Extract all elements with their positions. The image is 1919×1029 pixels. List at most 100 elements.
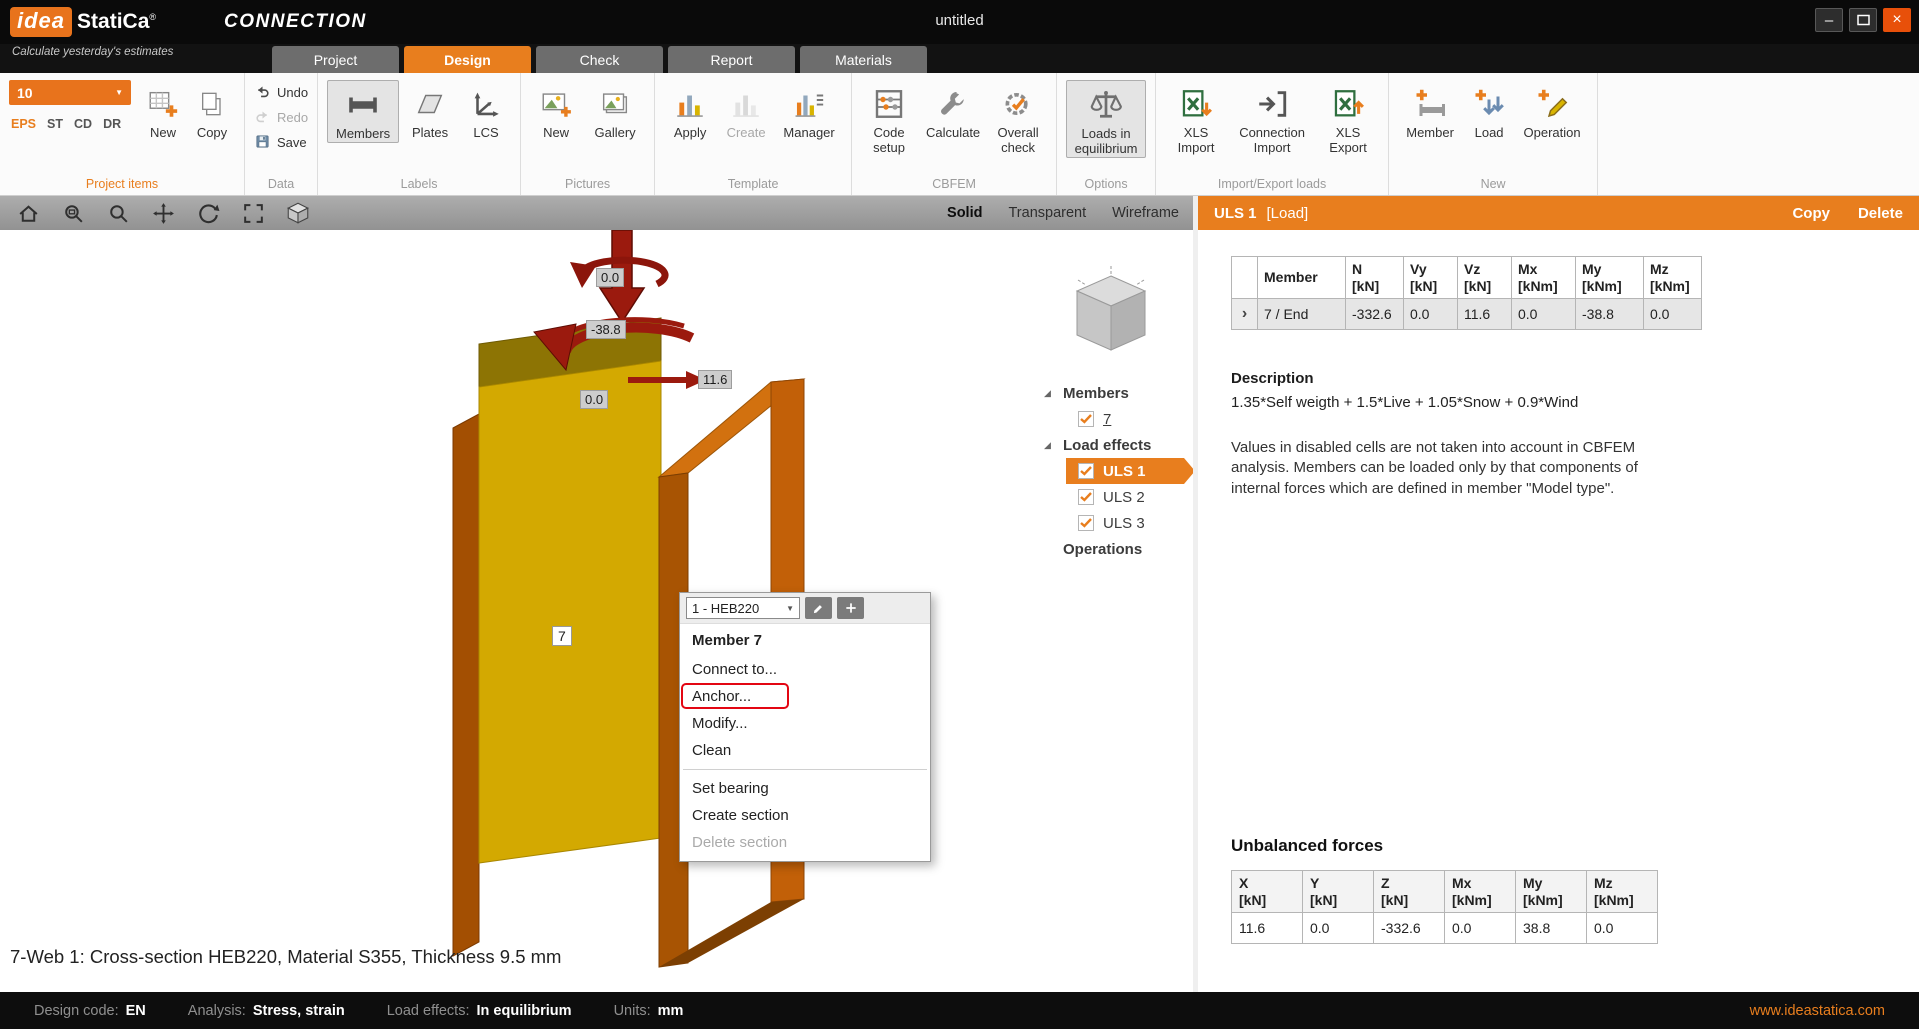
- home-view-button[interactable]: [14, 200, 42, 226]
- uls2-checkbox[interactable]: [1078, 489, 1094, 505]
- tab-design[interactable]: Design: [404, 46, 531, 73]
- maximize-button[interactable]: [1849, 8, 1877, 32]
- cell-vy[interactable]: 0.0: [1404, 299, 1458, 330]
- expander-icon[interactable]: ◢: [1044, 388, 1054, 399]
- viewport-canvas[interactable]: 0.0 -38.8 11.6 0.0 7 ◢ Members 7 ◢: [0, 230, 1193, 992]
- template-apply-button[interactable]: Apply: [664, 80, 716, 141]
- ribbon-group-data: Undo Redo Save Data: [245, 73, 318, 195]
- tab-report[interactable]: Report: [668, 46, 795, 73]
- cell-mz[interactable]: 0.0: [1644, 299, 1702, 330]
- connection-import-button[interactable]: Connection Import: [1230, 80, 1314, 156]
- solid-view-button[interactable]: [284, 200, 312, 226]
- delete-load-button[interactable]: Delete: [1858, 205, 1903, 222]
- cross-section-selector[interactable]: 1 - HEB220 ▼: [686, 597, 800, 619]
- new-project-item-button[interactable]: New: [140, 80, 186, 141]
- new-load-icon: [1471, 82, 1507, 126]
- code-setup-button[interactable]: Code setup: [861, 80, 917, 156]
- tab-strip: Calculate yesterday's estimates Project …: [0, 44, 1919, 73]
- pan-button[interactable]: [149, 200, 177, 226]
- edit-cross-section-button[interactable]: [805, 597, 832, 619]
- ribbon-group-new: Member Load Operation New: [1389, 73, 1598, 195]
- undo-icon: [254, 83, 271, 103]
- loads-in-equilibrium-button[interactable]: Loads in equilibrium: [1066, 80, 1146, 158]
- group-label-cbfem: CBFEM: [852, 177, 1056, 191]
- new-load-button[interactable]: Load: [1465, 80, 1513, 141]
- menu-item-connect-to[interactable]: Connect to...: [680, 656, 930, 683]
- rotate-view-button[interactable]: [194, 200, 222, 226]
- copy-project-item-button[interactable]: Copy: [189, 80, 235, 141]
- navigation-cube[interactable]: [1068, 264, 1154, 365]
- website-link[interactable]: www.ideastatica.com: [1750, 1003, 1885, 1019]
- menu-item-set-bearing[interactable]: Set bearing: [680, 775, 930, 802]
- picture-new-button[interactable]: New: [530, 80, 582, 141]
- labels-lcs-button[interactable]: LCS: [461, 80, 511, 141]
- tree-item-uls3[interactable]: ULS 3: [1044, 510, 1193, 536]
- menu-item-delete-section[interactable]: Delete section: [680, 829, 930, 856]
- mode-eps[interactable]: EPS: [11, 117, 36, 131]
- minimize-button[interactable]: –: [1815, 8, 1843, 32]
- cell-my[interactable]: -38.8: [1576, 299, 1644, 330]
- tree-section-load-effects[interactable]: ◢ Load effects: [1044, 432, 1193, 458]
- labels-members-button[interactable]: Members: [327, 80, 399, 143]
- save-button[interactable]: Save: [254, 132, 308, 153]
- undo-button[interactable]: Undo: [254, 82, 308, 103]
- new-operation-button[interactable]: Operation: [1516, 80, 1588, 141]
- xls-import-button[interactable]: XLS Import: [1165, 80, 1227, 156]
- row-expander[interactable]: ›: [1232, 299, 1258, 330]
- mode-st[interactable]: ST: [47, 117, 63, 131]
- tab-project[interactable]: Project: [272, 46, 399, 73]
- tree-item-uls2[interactable]: ULS 2: [1044, 484, 1193, 510]
- create-template-icon: [729, 82, 763, 126]
- group-label-options: Options: [1057, 177, 1155, 191]
- tree-item-member-7[interactable]: 7: [1044, 406, 1193, 432]
- redo-button[interactable]: Redo: [254, 107, 308, 128]
- labels-plates-button[interactable]: Plates: [402, 80, 458, 141]
- render-mode-wireframe[interactable]: Wireframe: [1112, 205, 1179, 221]
- member-7-checkbox[interactable]: [1078, 411, 1094, 427]
- template-create-button[interactable]: Create: [719, 80, 773, 141]
- new-item-icon: [146, 82, 180, 126]
- load-label-my: -38.8: [586, 320, 626, 339]
- menu-item-clean[interactable]: Clean: [680, 737, 930, 764]
- copy-load-button[interactable]: Copy: [1792, 205, 1830, 222]
- unb-mz-name: Mz: [1594, 875, 1650, 891]
- cell-vz[interactable]: 11.6: [1458, 299, 1512, 330]
- members-beam-icon: [345, 83, 381, 127]
- tree-item-uls1[interactable]: ULS 1: [1066, 458, 1184, 484]
- mode-cd[interactable]: CD: [74, 117, 92, 131]
- zoom-window-button[interactable]: [59, 200, 87, 226]
- menu-item-create-section[interactable]: Create section: [680, 802, 930, 829]
- mode-dr[interactable]: DR: [103, 117, 121, 131]
- tree-section-members[interactable]: ◢ Members: [1044, 380, 1193, 406]
- menu-item-modify[interactable]: Modify...: [680, 710, 930, 737]
- tree-member-7-label[interactable]: 7: [1103, 411, 1111, 428]
- load-panel: ULS 1 [Load] Copy Delete Member N[kN] Vy…: [1193, 196, 1919, 992]
- cell-mx[interactable]: 0.0: [1512, 299, 1576, 330]
- zoom-fit-button[interactable]: [239, 200, 267, 226]
- tree-section-operations[interactable]: Operations: [1044, 536, 1193, 562]
- cell-n[interactable]: -332.6: [1346, 299, 1404, 330]
- xls-export-button[interactable]: XLS Export: [1317, 80, 1379, 156]
- code-setup-abacus-icon: [871, 82, 907, 126]
- menu-item-anchor[interactable]: Anchor...: [680, 683, 930, 710]
- uls1-checkbox[interactable]: [1078, 463, 1094, 479]
- unbalanced-forces-heading: Unbalanced forces: [1231, 836, 1383, 856]
- uls3-checkbox[interactable]: [1078, 515, 1094, 531]
- forces-col-n: N[kN]: [1346, 257, 1404, 299]
- expander-icon[interactable]: ◢: [1044, 440, 1054, 451]
- render-mode-solid[interactable]: Solid: [947, 205, 982, 221]
- overall-check-button[interactable]: Overall check: [989, 80, 1047, 156]
- template-manager-icon: [792, 82, 826, 126]
- tab-check[interactable]: Check: [536, 46, 663, 73]
- add-cross-section-button[interactable]: [837, 597, 864, 619]
- zoom-button[interactable]: [104, 200, 132, 226]
- close-button[interactable]: ×: [1883, 8, 1911, 32]
- new-member-button[interactable]: Member: [1398, 80, 1462, 141]
- gallery-button[interactable]: Gallery: [585, 80, 645, 141]
- calculate-button[interactable]: Calculate: [920, 80, 986, 141]
- tab-materials[interactable]: Materials: [800, 46, 927, 73]
- project-item-selector[interactable]: 10 ▼: [9, 80, 131, 105]
- unb-mz-value: 0.0: [1587, 913, 1658, 944]
- render-mode-transparent[interactable]: Transparent: [1008, 205, 1086, 221]
- template-manager-button[interactable]: Manager: [776, 80, 842, 141]
